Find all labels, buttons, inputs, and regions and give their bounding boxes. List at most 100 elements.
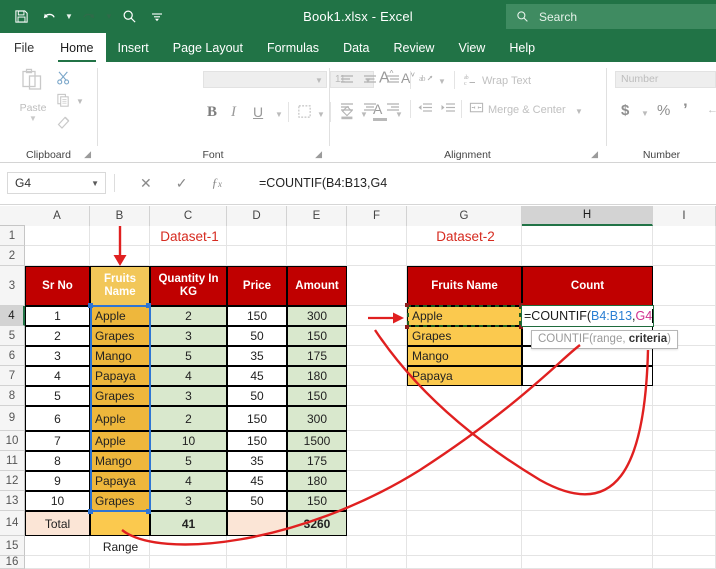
align-right-icon[interactable] — [386, 102, 400, 117]
copy-icon[interactable] — [56, 92, 71, 111]
ribbon-tab-formulas[interactable]: Formulas — [255, 33, 331, 62]
grid-cell[interactable] — [522, 406, 653, 431]
grid-cell[interactable] — [347, 556, 407, 569]
grid-cell[interactable] — [653, 246, 716, 266]
align-center-icon[interactable] — [363, 102, 377, 117]
column-header-I[interactable]: I — [653, 206, 716, 226]
borders-icon[interactable] — [297, 104, 312, 122]
dataset2-cell-fruit[interactable]: Mango — [407, 346, 522, 366]
text-orientation-icon[interactable]: ab — [418, 72, 434, 90]
name-box[interactable]: G4 ▼ — [7, 172, 106, 194]
grid-cell[interactable] — [653, 386, 716, 406]
grid-cell[interactable] — [347, 346, 407, 366]
align-left-icon[interactable] — [340, 102, 354, 117]
ribbon-tab-file[interactable]: File — [0, 33, 49, 62]
wrap-text-icon[interactable]: ab c — [463, 72, 479, 90]
merge-center-label[interactable]: Merge & Center — [488, 104, 566, 116]
dataset1-cell-qty[interactable]: 4 — [150, 471, 227, 491]
dataset1-cell-amount[interactable]: 150 — [287, 386, 347, 406]
dataset1-cell-price[interactable]: 45 — [227, 471, 287, 491]
selection-handle-bl[interactable] — [88, 509, 93, 514]
grid-cell[interactable] — [347, 431, 407, 451]
dataset1-cell-sr[interactable]: 8 — [25, 451, 90, 471]
dataset1-total-label[interactable]: Total — [25, 511, 90, 536]
dataset1-cell-price[interactable]: 35 — [227, 346, 287, 366]
grid-cell[interactable] — [25, 536, 90, 556]
dataset2-cell-count[interactable] — [522, 366, 653, 386]
grid-cell[interactable] — [407, 431, 522, 451]
column-header-A[interactable]: A — [25, 206, 90, 226]
dataset1-cell-fruit[interactable]: Mango — [90, 451, 150, 471]
row-header-8[interactable]: 8 — [0, 386, 25, 406]
row-header-2[interactable]: 2 — [0, 246, 25, 266]
copy-dropdown-caret-icon[interactable]: ▼ — [76, 97, 84, 106]
dataset1-cell-sr[interactable]: 5 — [25, 386, 90, 406]
grid-cell[interactable] — [653, 451, 716, 471]
grid-cell[interactable] — [653, 491, 716, 511]
dataset1-cell-fruit[interactable]: Apple — [90, 306, 150, 326]
dataset1-cell-amount[interactable]: 175 — [287, 451, 347, 471]
grid-cell[interactable] — [347, 406, 407, 431]
dataset1-cell-sr[interactable]: 3 — [25, 346, 90, 366]
dataset2-cell-fruit[interactable]: Apple — [407, 306, 522, 326]
grid-cell[interactable] — [653, 306, 716, 326]
grid-cell[interactable] — [407, 556, 522, 569]
row-header-11[interactable]: 11 — [0, 451, 25, 471]
dataset1-cell-sr[interactable]: 4 — [25, 366, 90, 386]
merge-center-icon[interactable] — [469, 101, 484, 118]
selection-handle-tl[interactable] — [88, 303, 93, 308]
confirm-check-icon[interactable]: ✓ — [176, 175, 188, 192]
grid-cell[interactable] — [347, 266, 407, 306]
dataset1-cell-amount[interactable]: 150 — [287, 326, 347, 346]
grid-cell[interactable] — [347, 536, 407, 556]
grid-cell[interactable] — [347, 226, 407, 246]
row-header-12[interactable]: 12 — [0, 471, 25, 491]
grid-cell[interactable] — [227, 556, 287, 569]
dataset1-header-cell[interactable]: Price — [227, 266, 287, 306]
dataset1-cell-amount[interactable]: 300 — [287, 406, 347, 431]
formula-input[interactable]: =COUNTIF(B4:B13,G4 — [258, 172, 710, 194]
dataset1-cell-qty[interactable]: 3 — [150, 326, 227, 346]
borders-caret-icon[interactable]: ▼ — [317, 110, 325, 119]
row-header-14[interactable]: 14 — [0, 511, 25, 536]
comma-format-button[interactable]: ’ — [683, 100, 688, 120]
dataset1-cell-qty[interactable]: 4 — [150, 366, 227, 386]
grid-cell[interactable] — [347, 366, 407, 386]
decrease-indent-icon[interactable] — [417, 102, 433, 117]
column-header-D[interactable]: D — [227, 206, 287, 226]
row-header-9[interactable]: 9 — [0, 406, 25, 431]
grid-cell[interactable] — [25, 226, 90, 246]
dataset1-header-cell[interactable]: Amount — [287, 266, 347, 306]
grid-cell[interactable] — [407, 386, 522, 406]
ribbon-tab-data[interactable]: Data — [331, 33, 381, 62]
dataset1-cell-price[interactable]: 50 — [227, 491, 287, 511]
dataset1-total-price[interactable] — [227, 511, 287, 536]
row-header-13[interactable]: 13 — [0, 491, 25, 511]
grid-cell[interactable] — [653, 471, 716, 491]
dataset1-cell-amount[interactable]: 180 — [287, 366, 347, 386]
grid-cell[interactable] — [25, 246, 90, 266]
dataset1-cell-price[interactable]: 150 — [227, 406, 287, 431]
grid-cell[interactable] — [150, 246, 227, 266]
grid-cell[interactable] — [522, 431, 653, 451]
grid-cell[interactable] — [653, 366, 716, 386]
dataset1-cell-amount[interactable]: 300 — [287, 306, 347, 326]
dataset1-cell-price[interactable]: 50 — [227, 386, 287, 406]
column-header-F[interactable]: F — [347, 206, 407, 226]
column-header-B[interactable]: B — [90, 206, 150, 226]
ribbon-tab-page-layout[interactable]: Page Layout — [161, 33, 255, 62]
grid-cell[interactable] — [287, 246, 347, 266]
grid-cell[interactable] — [522, 491, 653, 511]
row-header-3[interactable]: 3 — [0, 266, 25, 306]
row-header-4[interactable]: 4 — [0, 306, 25, 326]
cancel-icon[interactable]: ✕ — [140, 175, 152, 192]
grid-cell[interactable] — [407, 406, 522, 431]
grid-cell[interactable] — [653, 536, 716, 556]
grid-cell[interactable] — [653, 406, 716, 431]
align-bottom-icon[interactable] — [386, 74, 400, 89]
dataset1-cell-price[interactable]: 150 — [227, 431, 287, 451]
dataset1-cell-qty[interactable]: 5 — [150, 346, 227, 366]
align-middle-icon[interactable] — [363, 74, 377, 89]
grid-cell[interactable] — [407, 451, 522, 471]
ribbon-tab-home[interactable]: Home — [48, 33, 106, 62]
